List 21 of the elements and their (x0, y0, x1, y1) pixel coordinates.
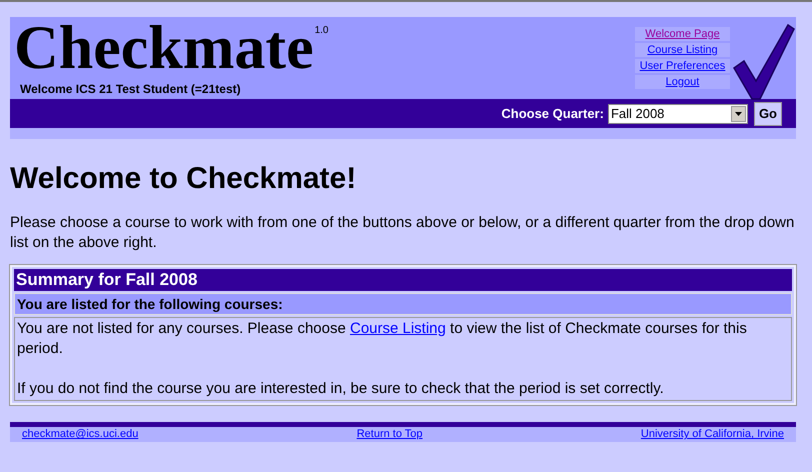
footer-link[interactable]: checkmate@ics.uci.edu (22, 426, 138, 443)
quarter-label: Choose Quarter: (501, 104, 604, 123)
nav-link[interactable]: Logout (635, 75, 730, 89)
version-label: 1.0 (314, 24, 328, 38)
go-button[interactable]: Go (754, 102, 782, 126)
nav-link[interactable]: Welcome Page (635, 27, 730, 41)
course-listing-link[interactable]: Course Listing (350, 320, 446, 337)
intro-text: Please choose a course to work with from one of the buttons above or below, or a different quarter from the drop down list on the above right. (10, 213, 796, 253)
nav-link[interactable]: User Preferences (635, 59, 730, 73)
no-courses-text: You are not listed for any courses. Please choose Course Listing to view the list of Checkmate courses for this period. (17, 319, 748, 359)
note-text: If you do not find the course you are interested in, be sure to check that the period is set correctly. (17, 379, 665, 399)
summary-subtitle: You are listed for the following courses: (14, 293, 792, 315)
nav-link[interactable]: Course Listing (635, 43, 730, 57)
dropdown-arrow-icon (734, 112, 742, 116)
quarter-select[interactable]: Fall 2008 (608, 104, 748, 124)
footer-link[interactable]: Return to Top (356, 426, 423, 443)
page-heading: Welcome to Checkmate! (10, 161, 358, 197)
summary-title: Summary for Fall 2008 (14, 269, 792, 291)
site-title: Checkmate (14, 17, 314, 79)
welcome-text: Welcome ICS 21 Test Student (=21test) (20, 81, 242, 98)
footer-link[interactable]: University of California, Irvine (640, 426, 784, 443)
